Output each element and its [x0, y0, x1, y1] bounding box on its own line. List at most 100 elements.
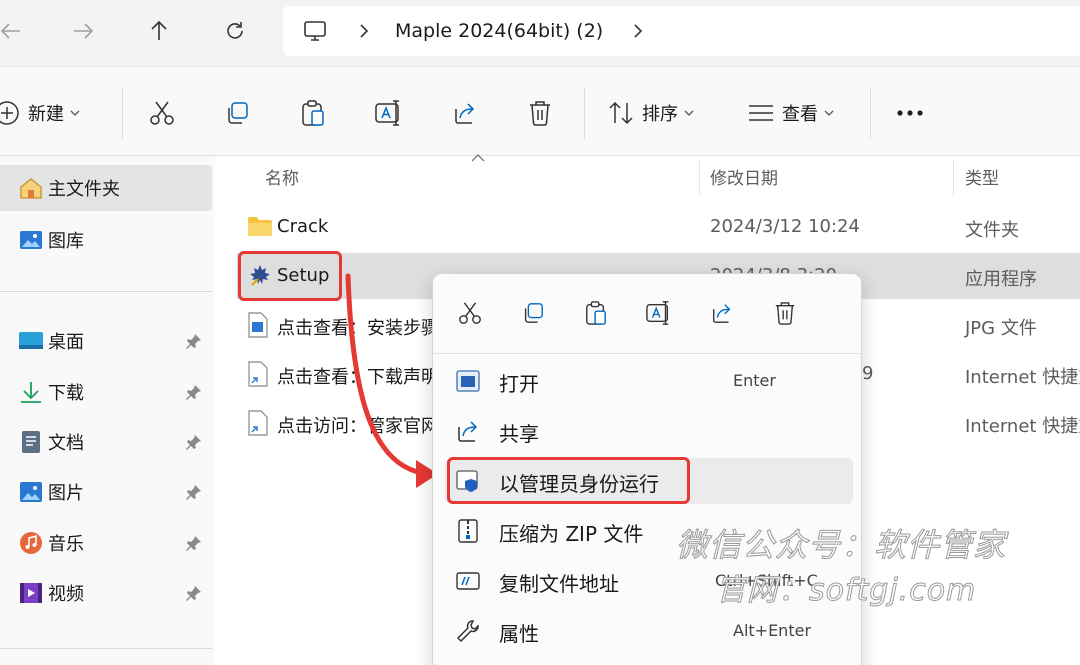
- file-name: Crack: [277, 216, 329, 237]
- video-icon: [20, 583, 42, 603]
- clipboard-icon: [586, 301, 606, 325]
- toolbar-divider: [584, 87, 585, 139]
- chevron-right-icon[interactable]: [633, 24, 643, 38]
- rename-icon: [646, 301, 669, 325]
- context-delete-button[interactable]: [770, 298, 800, 328]
- arrow-right-icon: [74, 23, 94, 39]
- file-date: 2024/3/12 10:24: [710, 216, 860, 237]
- trash-icon: [775, 302, 795, 325]
- sort-button[interactable]: 排序: [608, 93, 694, 133]
- chevron-right-icon[interactable]: [359, 24, 369, 38]
- context-rename-button[interactable]: [644, 298, 674, 328]
- context-cut-button[interactable]: [455, 298, 485, 328]
- address-bar[interactable]: Maple 2024(64bit) (2): [283, 6, 1080, 56]
- highlight-box-run-as-admin: [447, 457, 690, 504]
- sort-ascending-icon: [471, 154, 485, 162]
- trash-icon: [530, 101, 550, 126]
- new-button[interactable]: 新建: [0, 93, 80, 133]
- sidebar-divider: [0, 291, 212, 292]
- computer-icon: [304, 21, 326, 41]
- sidebar-item-downloads[interactable]: 下载: [0, 369, 212, 415]
- view-list-icon: [749, 105, 773, 121]
- folder-icon: [248, 217, 272, 236]
- plus-circle-icon: [0, 101, 19, 125]
- sidebar-item-home[interactable]: 主文件夹: [0, 165, 212, 211]
- context-quick-actions: [433, 274, 863, 352]
- toolbar-divider: [122, 87, 123, 139]
- sidebar-item-desktop[interactable]: 桌面: [0, 318, 212, 364]
- context-copy-button[interactable]: [518, 298, 548, 328]
- chevron-down-icon: [684, 110, 694, 116]
- command-bar: 新建 排序 查看: [0, 66, 1080, 156]
- file-date: 9: [862, 363, 874, 384]
- watermark-text: 微信公众号：软件管家: [675, 526, 1007, 565]
- view-button[interactable]: 查看: [748, 93, 834, 133]
- sidebar-item-music[interactable]: 音乐: [0, 520, 212, 566]
- more-options-button[interactable]: [896, 93, 924, 133]
- file-row-crack[interactable]: Crack 2024/3/12 10:24 文件夹: [237, 204, 1080, 250]
- forward-button[interactable]: [66, 14, 100, 48]
- download-icon: [21, 382, 41, 403]
- shortcut-file-icon: [248, 410, 268, 436]
- image-file-icon: [248, 312, 268, 338]
- delete-button[interactable]: [528, 93, 552, 133]
- pin-icon[interactable]: [186, 535, 202, 551]
- context-item-open[interactable]: 打开 Enter: [445, 358, 853, 404]
- refresh-button[interactable]: [218, 14, 252, 48]
- pictures-icon: [20, 482, 42, 502]
- copy-button[interactable]: [224, 93, 250, 133]
- share-icon: [713, 304, 731, 323]
- column-header-type[interactable]: 类型: [965, 164, 999, 189]
- sidebar-item-videos[interactable]: 视频: [0, 570, 212, 616]
- back-button[interactable]: [0, 14, 28, 48]
- context-share-button[interactable]: [707, 298, 737, 328]
- column-header-name[interactable]: 名称: [265, 164, 299, 189]
- pin-icon[interactable]: [186, 333, 202, 349]
- rename-button[interactable]: [374, 93, 404, 133]
- context-paste-button[interactable]: [581, 298, 611, 328]
- context-menu-divider: [433, 353, 863, 354]
- context-item-properties[interactable]: 属性 Alt+Enter: [445, 608, 853, 654]
- pin-icon[interactable]: [186, 434, 202, 450]
- copy-icon: [228, 102, 248, 124]
- home-icon: [20, 178, 42, 199]
- rename-icon: [375, 100, 399, 126]
- shortcut-file-icon: [248, 361, 268, 387]
- navigation-pane: 主文件夹 图库 桌面 下载 文档 图片 音乐 视频: [0, 156, 215, 665]
- column-header-modified[interactable]: 修改日期: [710, 164, 778, 189]
- sort-label: 排序: [642, 104, 678, 125]
- paste-button[interactable]: [300, 93, 326, 133]
- share-icon: [455, 103, 475, 124]
- more-dots-icon: [897, 110, 923, 116]
- cut-button[interactable]: [148, 93, 176, 133]
- share-button[interactable]: [452, 93, 478, 133]
- file-type: 应用程序: [965, 269, 1037, 290]
- breadcrumb-folder[interactable]: Maple 2024(64bit) (2): [395, 20, 603, 42]
- sidebar-item-documents[interactable]: 文档: [0, 419, 212, 465]
- clipboard-icon: [302, 100, 324, 126]
- music-icon: [20, 532, 42, 554]
- sidebar-divider: [0, 648, 212, 649]
- file-type: 文件夹: [965, 220, 1019, 241]
- chevron-down-icon: [70, 110, 80, 116]
- refresh-icon: [227, 22, 243, 39]
- highlight-box-setup: [238, 251, 342, 301]
- pin-icon[interactable]: [186, 384, 202, 400]
- arrow-up-icon: [151, 20, 167, 40]
- up-button[interactable]: [142, 14, 176, 48]
- pin-icon[interactable]: [186, 484, 202, 500]
- arrow-left-icon: [0, 23, 20, 39]
- new-label: 新建: [28, 104, 64, 125]
- view-label: 查看: [782, 104, 818, 125]
- pin-icon[interactable]: [186, 585, 202, 601]
- toolbar-divider: [870, 87, 871, 139]
- column-divider: [953, 160, 954, 196]
- wrench-icon: [456, 620, 479, 643]
- zip-icon: [458, 519, 478, 543]
- copy-icon: [524, 303, 543, 323]
- context-item-share[interactable]: 共享: [445, 408, 853, 454]
- document-icon: [22, 431, 40, 453]
- sidebar-item-pictures[interactable]: 图片: [0, 469, 212, 515]
- sidebar-item-gallery[interactable]: 图库: [0, 217, 212, 263]
- open-window-icon: [456, 370, 480, 392]
